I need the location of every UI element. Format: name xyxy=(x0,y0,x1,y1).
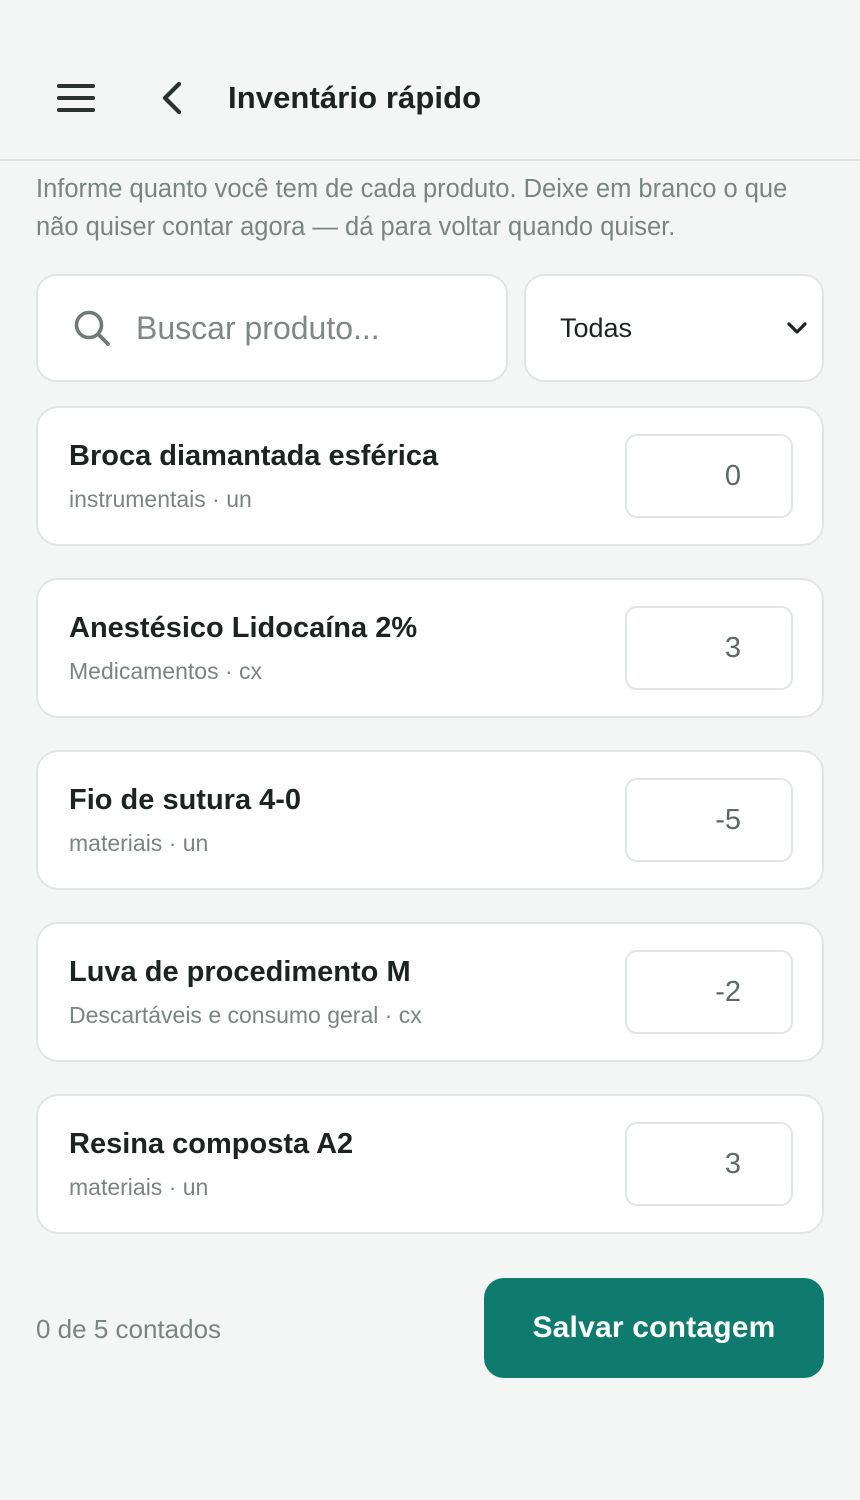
product-name: Broca diamantada esférica xyxy=(69,440,439,472)
product-meta: Descartáveis e consumo geral · cx xyxy=(69,1002,422,1028)
search-input[interactable] xyxy=(136,309,466,347)
save-count-button[interactable]: Salvar contagem xyxy=(484,1278,824,1378)
product-meta: instrumentais · un xyxy=(69,486,252,512)
category-select-value: Todas xyxy=(560,312,633,343)
menu-icon-bar xyxy=(57,108,95,112)
product-meta: Medicamentos · cx xyxy=(69,658,263,684)
product-meta: materiais · un xyxy=(69,830,209,856)
inventory-page: Inventário rápido Informe quanto você te… xyxy=(0,0,860,1500)
product-name: Resina composta A2 xyxy=(69,1128,354,1160)
product-card: Anestésico Lidocaína 2% Medicamentos · c… xyxy=(36,578,824,718)
back-button[interactable] xyxy=(150,74,194,122)
intro-text: Informe quanto você tem de cada produto.… xyxy=(36,175,788,241)
search-icon xyxy=(70,306,114,350)
search-box[interactable] xyxy=(36,274,508,382)
menu-icon-bar xyxy=(57,84,95,88)
app-header: Inventário rápido xyxy=(0,0,860,161)
chevron-left-icon xyxy=(162,81,182,115)
quantity-input[interactable] xyxy=(625,950,793,1034)
quantity-input[interactable] xyxy=(625,778,793,862)
product-name: Fio de sutura 4-0 xyxy=(69,784,302,816)
product-name: Anestésico Lidocaína 2% xyxy=(69,612,418,644)
menu-button[interactable] xyxy=(50,75,102,121)
quantity-input[interactable] xyxy=(625,1122,793,1206)
quantity-input[interactable] xyxy=(625,606,793,690)
product-name: Luva de procedimento M xyxy=(69,956,411,988)
product-card: Luva de procedimento M Descartáveis e co… xyxy=(36,922,824,1062)
chevron-down-icon xyxy=(787,322,807,334)
menu-icon-bar xyxy=(57,96,95,100)
quantity-input[interactable] xyxy=(625,434,793,518)
category-select[interactable]: Todas xyxy=(524,274,824,382)
product-card: Broca diamantada esférica instrumentais … xyxy=(36,406,824,546)
product-card: Resina composta A2 materiais · un xyxy=(36,1094,824,1234)
counted-status: 0 de 5 contados xyxy=(36,1314,222,1344)
page-title: Inventário rápido xyxy=(228,80,482,115)
product-meta: materiais · un xyxy=(69,1174,209,1200)
product-card: Fio de sutura 4-0 materiais · un xyxy=(36,750,824,890)
